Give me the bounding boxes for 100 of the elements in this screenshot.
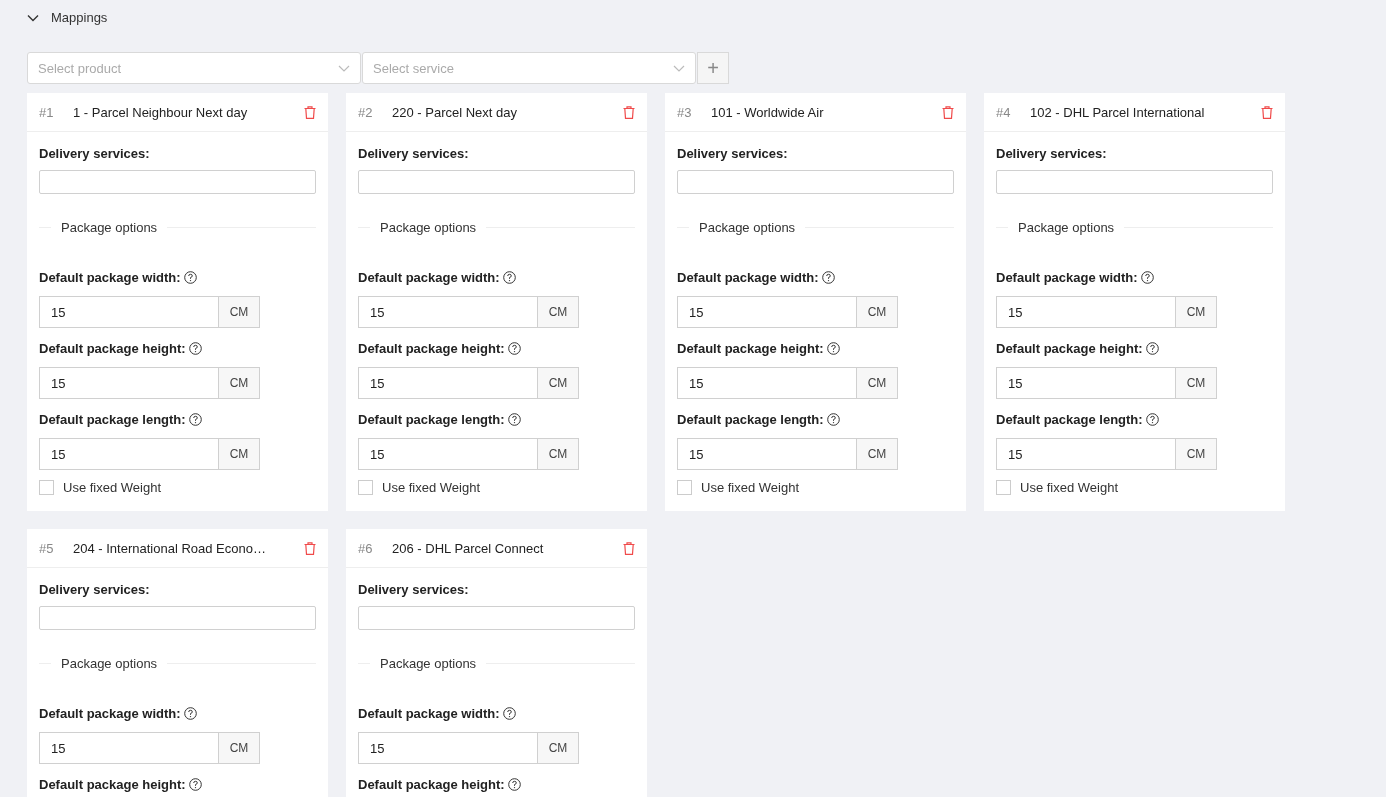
help-icon[interactable] xyxy=(188,412,202,426)
checkbox-label: Use fixed Weight xyxy=(701,480,800,495)
help-icon[interactable] xyxy=(1140,270,1154,284)
section-divider-label: Package options xyxy=(380,220,477,235)
field-label: Default package width: xyxy=(677,269,819,285)
help-icon[interactable] xyxy=(188,777,202,791)
help-icon[interactable] xyxy=(507,777,521,791)
unit-addon: CM xyxy=(219,732,260,764)
help-icon[interactable] xyxy=(826,412,840,426)
field-label: Default package height: xyxy=(39,776,186,792)
dimension-field[interactable]: 15 xyxy=(358,367,538,399)
unit-addon: CM xyxy=(857,296,898,328)
card-number: #5 xyxy=(39,540,55,556)
section-title: Mappings xyxy=(51,10,108,25)
field-label: Default package length: xyxy=(677,411,824,427)
field-label: Default package height: xyxy=(358,776,505,792)
dimension-field[interactable]: 15 xyxy=(677,367,857,399)
card-title: 204 - International Road Econo… xyxy=(73,540,267,556)
card-title: 102 - DHL Parcel International xyxy=(1030,104,1206,120)
dimension-field[interactable]: 15 xyxy=(677,438,857,470)
help-icon[interactable] xyxy=(1145,412,1159,426)
field-label: Default package width: xyxy=(996,269,1138,285)
dimension-field[interactable]: 15 xyxy=(39,367,219,399)
help-icon[interactable] xyxy=(183,270,197,284)
help-icon[interactable] xyxy=(188,341,202,355)
help-icon[interactable] xyxy=(502,706,516,720)
dimension-field[interactable]: 15 xyxy=(996,438,1176,470)
delivery-services-field[interactable] xyxy=(39,606,316,630)
section-divider-label: Package options xyxy=(61,220,158,235)
field-label: Default package width: xyxy=(39,269,181,285)
unit-addon: CM xyxy=(219,296,260,328)
dimension-field[interactable]: 15 xyxy=(996,296,1176,328)
unit-addon: CM xyxy=(857,438,898,470)
dimension-field[interactable]: 15 xyxy=(39,438,219,470)
field-label: Default package length: xyxy=(996,411,1143,427)
card-title: 1 - Parcel Neighbour Next day xyxy=(73,104,249,120)
dimension-field[interactable]: 15 xyxy=(358,438,538,470)
trash-icon[interactable] xyxy=(942,105,954,119)
delivery-services-field[interactable] xyxy=(358,606,635,630)
trash-icon[interactable] xyxy=(623,541,635,555)
checkbox[interactable] xyxy=(358,480,373,495)
field-label: Default package height: xyxy=(358,340,505,356)
chevron-icon[interactable] xyxy=(27,13,39,22)
card-number: #6 xyxy=(358,540,374,556)
field-label: Default package length: xyxy=(39,411,186,427)
field-label: Default package width: xyxy=(358,705,500,721)
field-label: Default package length: xyxy=(358,411,505,427)
trash-icon[interactable] xyxy=(304,541,316,555)
card-number: #2 xyxy=(358,104,374,120)
delivery-services-field[interactable] xyxy=(996,170,1273,194)
dimension-field[interactable]: 15 xyxy=(39,296,219,328)
help-icon[interactable] xyxy=(507,412,521,426)
delivery-services-field[interactable] xyxy=(677,170,954,194)
field-label: Default package width: xyxy=(358,269,500,285)
dimension-field[interactable]: 15 xyxy=(358,296,538,328)
checkbox[interactable] xyxy=(677,480,692,495)
dimension-field[interactable]: 15 xyxy=(996,367,1176,399)
checkbox[interactable] xyxy=(996,480,1011,495)
field-label: Delivery services: xyxy=(39,146,151,161)
help-icon[interactable] xyxy=(507,341,521,355)
unit-addon: CM xyxy=(538,438,579,470)
card-number: #4 xyxy=(996,104,1012,120)
dimension-field[interactable]: 15 xyxy=(39,732,219,764)
dimension-field[interactable]: 15 xyxy=(358,732,538,764)
unit-addon: CM xyxy=(538,296,579,328)
unit-addon: CM xyxy=(219,438,260,470)
field-label: Default package height: xyxy=(39,340,186,356)
section-divider-label: Package options xyxy=(380,656,477,671)
card-title: 206 - DHL Parcel Connect xyxy=(392,540,545,556)
trash-icon[interactable] xyxy=(304,105,316,119)
field-label: Delivery services: xyxy=(996,146,1108,161)
field-label: Delivery services: xyxy=(39,582,151,597)
help-icon[interactable] xyxy=(826,341,840,355)
field-label: Delivery services: xyxy=(358,146,470,161)
section-divider-label: Package options xyxy=(1018,220,1115,235)
delivery-services-field[interactable] xyxy=(358,170,635,194)
section-divider-label: Package options xyxy=(61,656,158,671)
unit-addon: CM xyxy=(1176,367,1217,399)
help-icon[interactable] xyxy=(821,270,835,284)
delivery-services-field[interactable] xyxy=(39,170,316,194)
help-icon[interactable] xyxy=(183,706,197,720)
field-label: Delivery services: xyxy=(677,146,789,161)
field-label: Delivery services: xyxy=(358,582,470,597)
help-icon[interactable] xyxy=(1145,341,1159,355)
unit-addon: CM xyxy=(1176,296,1217,328)
field-label: Default package height: xyxy=(677,340,824,356)
trash-icon[interactable] xyxy=(623,105,635,119)
card-title: 101 - Worldwide Air xyxy=(711,104,825,120)
checkbox[interactable] xyxy=(39,480,54,495)
checkbox-label: Use fixed Weight xyxy=(1020,480,1119,495)
trash-icon[interactable] xyxy=(1261,105,1273,119)
unit-addon: CM xyxy=(538,367,579,399)
help-icon[interactable] xyxy=(502,270,516,284)
section-divider-label: Package options xyxy=(699,220,796,235)
unit-addon: CM xyxy=(857,367,898,399)
card-number: #1 xyxy=(39,104,55,120)
chevron-down-icon xyxy=(673,64,685,72)
checkbox-label: Use fixed Weight xyxy=(63,480,162,495)
dimension-field[interactable]: 15 xyxy=(677,296,857,328)
card-number: #3 xyxy=(677,104,693,120)
